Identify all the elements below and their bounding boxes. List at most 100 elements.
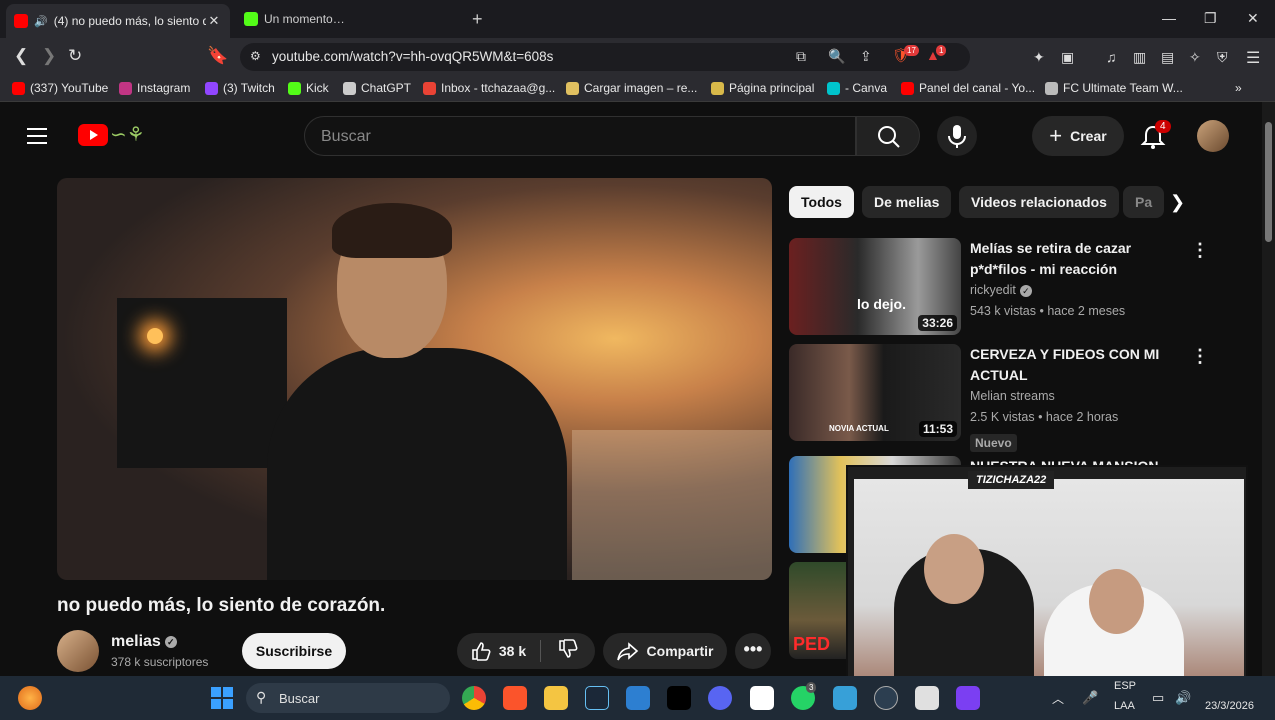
search-input[interactable]: Buscar [304,116,856,156]
share-button[interactable]: Compartir [603,633,727,669]
video-duration: 33:26 [918,315,957,331]
minimize-button[interactable]: — [1162,10,1176,26]
more-actions-button[interactable]: ••• [735,633,771,669]
bookmark-item[interactable]: Panel del canal - Yo... [901,81,1035,95]
voice-search-button[interactable] [937,116,977,156]
url-bar[interactable]: ⚙ youtube.com/watch?v=hh-ovqQR5WM&t=608s… [240,43,970,71]
discord-icon[interactable] [708,686,732,710]
chip-todos[interactable]: Todos [789,186,854,218]
chrome-icon[interactable] [462,686,486,710]
like-button[interactable]: 38 k [457,640,541,662]
back-arrow-icon[interactable]: ❮ [14,46,28,66]
music-icon[interactable]: ♫ [1106,49,1117,65]
tab-kick[interactable]: Un momento… [236,4,466,34]
recommendation-channel[interactable]: Melian streams [970,389,1055,403]
recommendation-item[interactable]: NOVIA ACTUAL 11:53 CERVEZA Y FIDEOS CON … [789,344,1209,452]
search-button[interactable] [856,116,920,156]
bookmark-item[interactable]: - Canva [827,81,887,95]
recommendation-title[interactable]: CERVEZA Y FIDEOS CON MI ACTUAL [970,344,1170,386]
bookmark-item[interactable]: Instagram [119,81,190,95]
chip-videos-relacionados[interactable]: Videos relacionados [959,186,1119,218]
video-player[interactable] [57,178,772,580]
hamburger-menu-icon[interactable] [27,128,47,149]
sidebar-icon[interactable]: ▥ [1133,49,1146,66]
widgets-icon[interactable] [18,686,42,710]
bookmark-item[interactable]: Página principal [711,81,814,95]
bookmark-icon[interactable]: 🔖 [207,46,228,66]
subscribe-button[interactable]: Suscribirse [242,633,346,669]
bookmark-item[interactable]: (3) Twitch [205,81,275,95]
channel-name-text[interactable]: melias [111,633,161,650]
store-icon[interactable] [626,686,650,710]
maximize-button[interactable]: ❐ [1204,10,1217,27]
leo-ai-icon[interactable]: ✧ [1189,49,1201,66]
bookmark-item[interactable]: (337) YouTube [12,81,108,95]
channel-text[interactable]: rickyedit [970,283,1016,297]
site-info-icon[interactable]: ⚙ [250,49,261,63]
recommendation-title[interactable]: Melías se retira de cazar p*d*filos - mi… [970,238,1170,280]
channel-name[interactable]: melias ✓ [111,633,177,651]
keyboard-layout[interactable]: LAA [1114,700,1135,712]
bookmarks-overflow-icon[interactable]: » [1235,81,1242,95]
new-tab-button[interactable]: + [472,9,483,30]
bookmark-item[interactable]: Kick [288,81,329,95]
share-icon[interactable]: ⇪ [860,48,872,65]
video-thumbnail[interactable]: NOVIA ACTUAL 11:53 [789,344,961,441]
account-avatar[interactable] [1197,120,1229,152]
open-external-icon[interactable]: ⧉ [796,48,806,65]
audio-icon[interactable]: 🔊 [34,15,48,28]
vpn-icon[interactable]: ⛨ [1217,49,1228,66]
steam-icon[interactable] [585,686,609,710]
language-indicator[interactable]: ESP [1114,680,1136,692]
screenshot-icon[interactable]: ▣ [1061,49,1074,66]
bookmark-item[interactable]: Cargar imagen – re... [566,81,697,95]
extensions-icon[interactable]: ✦ [1033,49,1045,66]
video-thumbnail[interactable]: lo dejo. 33:26 [789,238,961,335]
menu-icon[interactable]: ☰ [1246,48,1260,68]
chip-de-melias[interactable]: De melias [862,186,952,218]
url-text[interactable]: youtube.com/watch?v=hh-ovqQR5WM&t=608s [272,49,553,64]
more-options-icon[interactable]: ⋮ [1191,346,1209,367]
bookmark-label: Cargar imagen – re... [584,81,698,95]
recommendation-channel[interactable]: rickyedit ✓ [970,283,1032,297]
app-icon[interactable] [915,686,939,710]
wallet-icon[interactable]: ▤ [1161,49,1174,66]
windows-start-icon[interactable] [210,686,234,710]
file-explorer-icon[interactable] [544,686,568,710]
capcut-icon[interactable] [750,686,774,710]
reload-icon[interactable]: ↻ [68,46,82,66]
tab-youtube[interactable]: 🔊 (4) no puedo más, lo siento d ✕ [6,4,230,38]
bookmark-label: Inbox - ttchazaa@g... [441,81,556,95]
chevron-right-icon[interactable]: ❯ [1170,192,1185,213]
channel-avatar[interactable] [57,630,99,672]
date-text[interactable]: 23/3/2026 [1205,700,1254,712]
brave-icon[interactable] [503,686,527,710]
clock-app-icon[interactable] [874,686,898,710]
create-button[interactable]: + Crear [1032,116,1124,156]
tray-chevron-icon[interactable]: ︿ [1052,690,1064,707]
bookmark-item[interactable]: Inbox - ttchazaa@g... [423,81,555,95]
verified-icon: ✓ [1019,284,1032,297]
close-window-button[interactable]: ✕ [1247,10,1259,27]
youtube-doodle-icon[interactable]: ∽⚘ [110,122,145,147]
app-icon[interactable] [833,686,857,710]
scrollbar-thumb[interactable] [1265,122,1272,242]
forward-arrow-icon[interactable]: ❯ [42,46,56,66]
more-options-icon[interactable]: ⋮ [1191,240,1209,261]
app-icon[interactable] [956,686,980,710]
recommendation-item[interactable]: lo dejo. 33:26 Melías se retira de cazar… [789,238,1209,336]
dislike-button[interactable] [541,638,595,664]
youtube-logo[interactable] [78,124,108,146]
close-tab-icon[interactable]: ✕ [206,13,222,29]
microphone-tray-icon[interactable]: 🎤 [1082,690,1098,706]
bookmark-favicon-icon [423,81,436,95]
tiktok-icon[interactable] [667,686,691,710]
network-icon[interactable]: ▭ [1152,690,1164,706]
zoom-icon[interactable]: 🔍 [828,48,845,65]
page-scrollbar[interactable] [1262,102,1275,676]
bookmark-item[interactable]: FC Ultimate Team W... [1045,81,1183,95]
bookmark-item[interactable]: ChatGPT [343,81,411,95]
chip-partial[interactable]: Pa [1123,186,1165,218]
volume-icon[interactable]: 🔊 [1175,690,1191,706]
taskbar-search[interactable]: ⚲ Buscar [246,683,450,713]
